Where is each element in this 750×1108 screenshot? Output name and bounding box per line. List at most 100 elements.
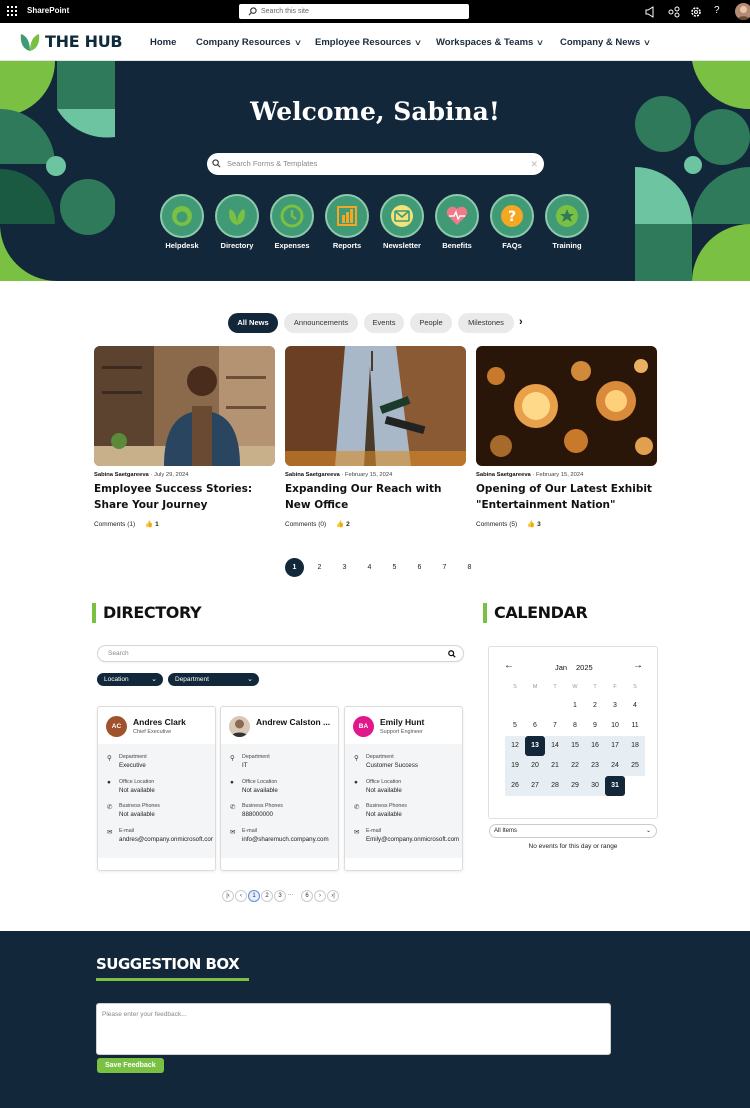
leaf-logo-icon[interactable]: [19, 32, 41, 52]
app-name[interactable]: SharePoint: [27, 6, 69, 15]
page-7-button[interactable]: 7: [435, 558, 454, 577]
news-card[interactable]: Sabina Saetgareeva · February 15, 2024 O…: [476, 346, 657, 528]
calendar-day[interactable]: 10: [605, 716, 625, 736]
email-value[interactable]: Emily@company.onmicrosoft.com: [366, 836, 460, 843]
email-value[interactable]: andres@company.onmicrosoft.com: [119, 836, 213, 843]
calendar-day[interactable]: 31: [605, 776, 625, 796]
quicklink-newsletter[interactable]: Newsletter: [377, 194, 427, 250]
department-filter-dropdown[interactable]: Department ⌄: [168, 673, 259, 686]
quicklink-reports[interactable]: Reports: [322, 194, 372, 250]
news-image[interactable]: [476, 346, 657, 466]
clear-icon[interactable]: ✕: [530, 153, 538, 175]
calendar-day[interactable]: 21: [545, 756, 565, 776]
save-feedback-button[interactable]: Save Feedback: [97, 1058, 164, 1073]
calendar-day[interactable]: 30: [585, 776, 605, 796]
chevron-right-icon[interactable]: ›: [519, 316, 523, 328]
person-card[interactable]: BA Emily Hunt Support Engineer ⚲ Departme…: [344, 706, 463, 871]
person-name[interactable]: Andrew Calston ...: [256, 717, 330, 727]
calendar-day[interactable]: 6: [525, 716, 545, 736]
directory-page-3[interactable]: 3: [274, 890, 286, 902]
calendar-day[interactable]: 24: [605, 756, 625, 776]
person-card[interactable]: AC Andres Clark Chief Executive ⚲ Departm…: [97, 706, 216, 871]
email-value[interactable]: info@sharemuch.company.com: [242, 836, 336, 843]
megaphone-icon[interactable]: [643, 5, 657, 19]
last-page-icon[interactable]: ›|: [327, 890, 339, 902]
directory-search-input[interactable]: Search: [97, 645, 464, 662]
like-button[interactable]: 👍 3: [527, 520, 541, 528]
calendar-day[interactable]: 20: [525, 756, 545, 776]
news-comments-link[interactable]: Comments (5): [476, 521, 517, 528]
location-filter-dropdown[interactable]: Location ⌄: [97, 673, 163, 686]
quicklink-benefits[interactable]: Benefits: [432, 194, 482, 250]
tab-events[interactable]: Events: [364, 313, 404, 333]
person-name[interactable]: Emily Hunt: [380, 717, 424, 727]
news-title[interactable]: Expanding Our Reach with New Office: [285, 481, 466, 515]
calendar-day[interactable]: 16: [585, 736, 605, 756]
news-comments-link[interactable]: Comments (0): [285, 521, 326, 528]
calendar-day[interactable]: 23: [585, 756, 605, 776]
calendar-day[interactable]: 15: [565, 736, 585, 756]
calendar-day[interactable]: 3: [605, 696, 625, 716]
calendar-day[interactable]: 29: [565, 776, 585, 796]
calendar-day[interactable]: 19: [505, 756, 525, 776]
calendar-day[interactable]: 7: [545, 716, 565, 736]
user-avatar[interactable]: [735, 3, 750, 20]
news-card[interactable]: Sabina Saetgareeva · July 29, 2024 Emplo…: [94, 346, 275, 528]
quicklink-helpdesk[interactable]: Helpdesk: [157, 194, 207, 250]
next-page-icon[interactable]: ›: [314, 890, 326, 902]
calendar-day[interactable]: 25: [625, 756, 645, 776]
search-icon[interactable]: [448, 650, 456, 658]
calendar-day[interactable]: 14: [545, 736, 565, 756]
calendar-filter-dropdown[interactable]: All Items ⌄: [489, 824, 657, 838]
quicklink-training[interactable]: Training: [542, 194, 592, 250]
calendar-year[interactable]: 2025: [576, 663, 593, 672]
previous-page-icon[interactable]: ‹: [235, 890, 247, 902]
help-icon[interactable]: ?: [714, 5, 728, 19]
quicklink-expenses[interactable]: Expenses: [267, 194, 317, 250]
site-search-input[interactable]: Search this site: [239, 4, 469, 19]
person-name[interactable]: Andres Clark: [133, 717, 186, 727]
news-title[interactable]: Opening of Our Latest Exhibit "Entertain…: [476, 481, 657, 515]
news-title[interactable]: Employee Success Stories: Share Your Jou…: [94, 481, 275, 515]
calendar-day[interactable]: 17: [605, 736, 625, 756]
page-2-button[interactable]: 2: [310, 558, 329, 577]
share-icon[interactable]: [667, 5, 681, 19]
news-image[interactable]: [94, 346, 275, 466]
next-month-icon[interactable]: →: [633, 660, 643, 671]
app-launcher-icon[interactable]: [7, 6, 17, 16]
directory-page-2[interactable]: 2: [261, 890, 273, 902]
calendar-day[interactable]: 4: [625, 696, 645, 716]
feedback-textarea[interactable]: Please enter your feedback...: [96, 1003, 611, 1055]
nav-workspaces-teams[interactable]: Workspaces & Teams ∨: [436, 37, 544, 48]
directory-page-6[interactable]: 6: [301, 890, 313, 902]
tab-milestones[interactable]: Milestones: [458, 313, 514, 333]
person-card[interactable]: Andrew Calston ... ⚲ Department IT ● Office…: [220, 706, 339, 871]
quicklink-faqs[interactable]: ? FAQs: [487, 194, 537, 250]
calendar-day[interactable]: 9: [585, 716, 605, 736]
tab-all-news[interactable]: All News: [228, 313, 278, 333]
logo-text[interactable]: THE HUB: [45, 32, 123, 51]
like-button[interactable]: 👍 2: [336, 520, 350, 528]
page-1-button[interactable]: 1: [285, 558, 304, 577]
calendar-day[interactable]: 28: [545, 776, 565, 796]
gear-icon[interactable]: [689, 5, 703, 19]
calendar-day[interactable]: 26: [505, 776, 525, 796]
calendar-day[interactable]: 5: [505, 716, 525, 736]
page-3-button[interactable]: 3: [335, 558, 354, 577]
forms-search-input[interactable]: Search Forms & Templates ✕: [207, 153, 544, 175]
news-card[interactable]: Sabina Saetgareeva · February 15, 2024 E…: [285, 346, 466, 528]
calendar-day[interactable]: 1: [565, 696, 585, 716]
page-5-button[interactable]: 5: [385, 558, 404, 577]
calendar-month[interactable]: Jan: [555, 663, 567, 672]
calendar-day[interactable]: 27: [525, 776, 545, 796]
calendar-day[interactable]: 13: [525, 736, 545, 756]
directory-page-1[interactable]: 1: [248, 890, 260, 902]
like-button[interactable]: 👍 1: [145, 520, 159, 528]
previous-month-icon[interactable]: ←: [504, 660, 514, 671]
calendar-day[interactable]: 22: [565, 756, 585, 776]
news-comments-link[interactable]: Comments (1): [94, 521, 135, 528]
news-image[interactable]: [285, 346, 466, 466]
first-page-icon[interactable]: |‹: [222, 890, 234, 902]
calendar-day[interactable]: 8: [565, 716, 585, 736]
calendar-day[interactable]: 18: [625, 736, 645, 756]
